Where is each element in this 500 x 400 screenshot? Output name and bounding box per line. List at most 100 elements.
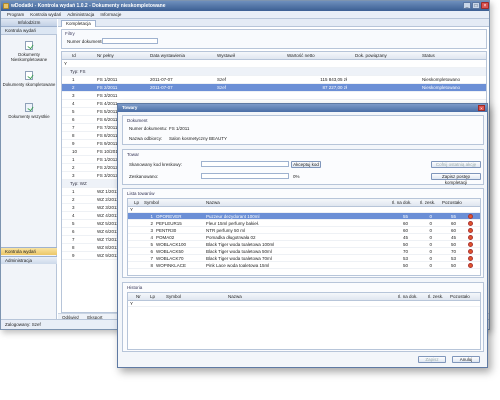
column-header[interactable]: Il. na dok. [398,293,418,300]
sidebar-item-skompletowane[interactable]: Dokumenty skompletowane [1,71,57,87]
close-icon[interactable]: × [481,2,489,9]
column-header[interactable]: Nazwa [206,199,220,206]
cell-id: 10 [72,149,78,154]
scan-progress-bar [201,173,289,179]
item-row[interactable]: 8 WOPINKLACE Pink Lace woda toaletowa 15ml… [128,262,480,269]
column-header[interactable]: Wartość netto [287,52,315,60]
items-grid-header: Lp Symbol Nazwa Il. na dok. Il. zesk. Po… [128,199,480,207]
delete-icon[interactable] [468,214,473,219]
history-grid-header: Nr Lp Symbol Nazwa Il. na dok. Il. zesk.… [128,293,480,301]
column-header[interactable]: Lp [134,199,139,206]
history-grid: Nr Lp Symbol Nazwa Il. na dok. Il. zesk.… [127,292,481,350]
menu-administracja[interactable]: Administracja [64,12,97,17]
cell-nr: WZ 4/2011 [97,213,119,218]
column-header[interactable]: Status [422,52,435,60]
sidebar-section[interactable]: Kontrola wydań [1,27,57,35]
column-header[interactable]: Wystawił [217,52,235,60]
cell-nr: WZ 8/2011 [97,245,119,250]
cell-ilzesk: 0 [429,235,432,240]
sidebar-nav-kontrola[interactable]: Kontrola wydań [1,247,57,255]
column-header[interactable]: Symbol [166,293,181,300]
cell-id: 2 [72,197,75,202]
cell-ilzesk: 0 [429,214,432,219]
item-row[interactable]: 2 PEFLEUR15 Fleur 15ml perfumy bakieł. 60 0 6… [128,220,480,227]
filter-row[interactable]: Y [62,60,486,68]
table-row[interactable]: 1 FS 1/2011 2011-07-07 Szef 115 843,05 zł Nie… [62,76,486,84]
barcode-input[interactable] [201,161,289,167]
column-header[interactable]: Pozostało [442,199,462,206]
column-header[interactable]: Nr [136,293,141,300]
cell-id: 2 [72,165,75,170]
group-label: Typ: WZ [70,181,87,186]
delete-icon[interactable] [468,235,473,240]
cell-data: 2011-07-07 [150,85,173,90]
sidebar-nav-administracja[interactable]: Administracja [1,256,57,264]
cell-wyst: Szef [217,77,227,82]
undo-action-button[interactable]: Cofnij ostatnią akcję [431,161,481,168]
table-row[interactable]: 2 FS 2/2011 2011-07-07 Szef 87 227,00 zł Nies… [62,84,486,92]
item-row[interactable]: 6 WOBLACK50 Black Tiger woda toaletowa 50m… [128,248,480,255]
document-check-icon [25,41,33,50]
sidebar-item-nieskompletowane[interactable]: Dokumenty Nieskompletowane [1,41,57,62]
cell-nr: FS 3/2011 [97,93,118,98]
sidebar-item-label: Dokumenty skompletowane [2,82,56,87]
column-header[interactable]: Nazwa [228,293,242,300]
group-row[interactable]: Typ: FS [62,68,486,76]
item-row[interactable]: 4 POMA02 Pomadka długotrwała 02 45 0 45 [128,234,480,241]
item-row[interactable]: 5 WOBLACK100 Black Tiger woda toaletowa 10… [128,241,480,248]
column-header[interactable]: Il. na dok. [392,199,412,206]
cell-ilzesk: 0 [429,249,432,254]
cell-netto: 115 843,05 zł [320,77,347,82]
column-header[interactable]: Nr pełny [97,52,114,60]
menu-program[interactable]: Program [4,12,27,17]
sidebar-item-label: Dokumenty wszystkie [8,114,50,119]
minimize-icon[interactable]: _ [463,2,471,9]
item-row[interactable]: 3 PENTR30 NTR perfumy 50 ml 60 0 60 [128,227,480,234]
cancel-button[interactable]: Anuluj [452,356,480,363]
save-button[interactable]: Zapisz [418,356,446,363]
column-header[interactable]: Pozostało [450,293,470,300]
history-section: Historia Nr Lp Symbol Nazwa Il. na dok. … [122,282,484,352]
cell-id: 9 [72,253,75,258]
towar-section: Towar Skanowany kod kreskowy: Akceptuj k… [122,149,484,185]
maximize-icon[interactable]: □ [472,2,480,9]
document-number-input[interactable] [102,38,158,44]
delete-icon[interactable] [468,221,473,226]
column-header[interactable]: Il. zesk. [428,293,443,300]
table-row[interactable]: 3 FS 3/2011 [62,92,486,100]
column-header[interactable]: Data wystawienia [150,52,185,60]
filter-row[interactable]: Y [128,301,480,307]
cell-ildok: 53 [402,256,408,261]
tab-kompletacja[interactable]: Kompletacja [61,20,96,27]
delete-icon[interactable] [468,242,473,247]
cell-nazwa: Black Tiger woda toaletowa 70ml [206,256,272,261]
delete-icon[interactable] [468,228,473,233]
delete-icon[interactable] [468,256,473,261]
accept-code-button[interactable]: Akceptuj kod [291,161,321,168]
cell-poz: 45 [450,235,456,240]
cell-nr: WZ 5/2011 [97,221,119,226]
item-row[interactable]: 1 OPOREVER Puzzeur dezydorant 100ml 55 0 55 [128,213,480,220]
column-header[interactable]: Dok. powiązany [355,52,387,60]
cell-id: 9 [72,141,75,146]
cell-id: 7 [72,237,75,242]
cell-status: Nieskompletowano [422,85,461,90]
column-header[interactable]: Symbol [144,199,159,206]
cell-ilzesk: 0 [429,221,432,226]
cell-ildok: 50 [402,242,408,247]
delete-icon[interactable] [468,263,473,268]
column-header[interactable]: Lp [150,293,155,300]
cell-nr: WZ 2/2011 [97,197,119,202]
cell-poz: 60 [450,221,456,226]
delete-icon[interactable] [468,249,473,254]
column-header[interactable]: Il. zesk. [420,199,435,206]
cell-id: 8 [72,245,75,250]
close-icon[interactable]: × [478,105,485,111]
sidebar-item-wszystkie[interactable]: Dokumenty wszystkie [1,103,57,119]
save-progress-button[interactable]: Zapisz postęp kompletacji [431,173,481,185]
menu-kontrola[interactable]: Kontrola wydań [27,12,64,17]
cell-symbol: PEFLEUR15 [156,221,182,226]
menu-informacje[interactable]: Informacje [97,12,124,17]
item-row[interactable]: 7 WOBLACK70 Black Tiger woda toaletowa 70m… [128,255,480,262]
column-header[interactable]: Id [72,52,76,60]
